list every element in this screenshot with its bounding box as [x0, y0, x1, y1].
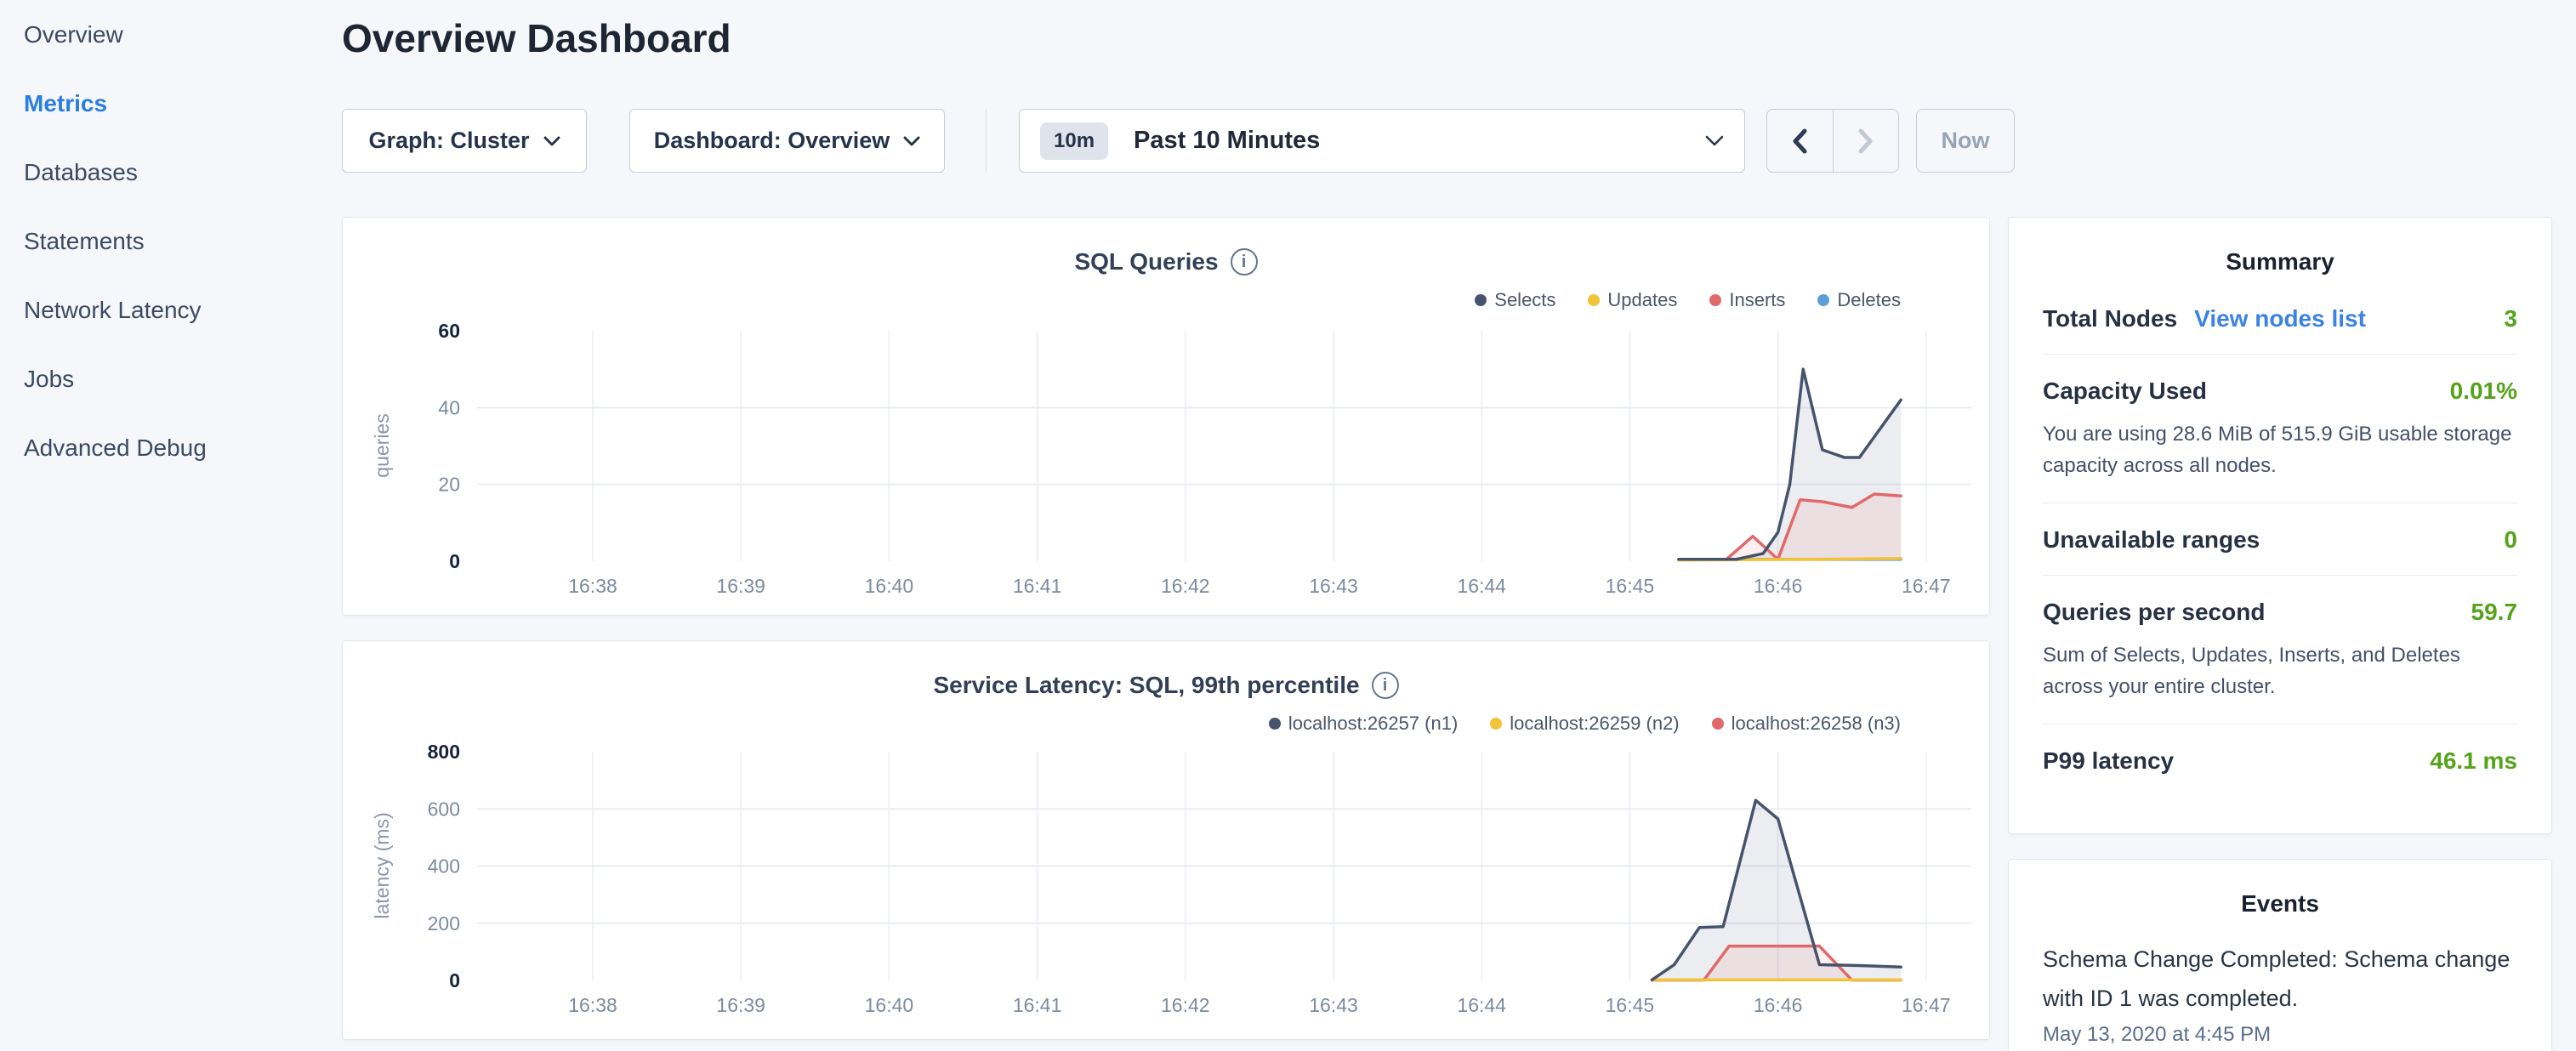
- svg-text:16:43: 16:43: [1309, 994, 1358, 1016]
- graph-scope-label: Graph: Cluster: [368, 128, 529, 154]
- time-range-picker[interactable]: 10m Past 10 Minutes: [1019, 109, 1745, 173]
- svg-text:0: 0: [449, 550, 460, 572]
- summary-row-total-nodes: Total Nodes View nodes list 3: [2043, 282, 2517, 355]
- sidebar-nav: Overview Metrics Databases Statements Ne…: [0, 0, 340, 482]
- svg-text:queries: queries: [371, 413, 393, 477]
- svg-text:16:39: 16:39: [716, 994, 765, 1016]
- dashboard-dropdown[interactable]: Dashboard: Overview: [629, 109, 945, 173]
- sidebar-item-statements[interactable]: Statements: [0, 207, 340, 276]
- now-button-label: Now: [1942, 128, 1990, 154]
- svg-text:16:46: 16:46: [1754, 994, 1803, 1016]
- sql-queries-chart[interactable]: 16:38 16:39 16:40 16:41 16:42 16:43 16:44 16:45…: [343, 218, 1991, 616]
- svg-text:16:41: 16:41: [1013, 994, 1062, 1016]
- summary-body: Total Nodes View nodes list 3 Capacity U…: [2009, 276, 2551, 796]
- sidebar: Overview Metrics Databases Statements Ne…: [0, 0, 340, 1051]
- summary-label: Queries per second: [2043, 599, 2265, 626]
- chevron-right-icon: [1857, 128, 1874, 154]
- time-step-buttons: [1766, 109, 1899, 173]
- graph-scope-dropdown[interactable]: Graph: Cluster: [342, 109, 587, 173]
- svg-text:16:42: 16:42: [1161, 575, 1210, 597]
- summary-label: Capacity Used: [2043, 378, 2207, 405]
- svg-text:16:38: 16:38: [568, 575, 617, 597]
- svg-text:16:45: 16:45: [1606, 575, 1655, 597]
- summary-value: 0: [2504, 526, 2517, 554]
- events-title: Events: [2009, 890, 2551, 917]
- svg-text:16:38: 16:38: [568, 994, 617, 1016]
- svg-text:16:40: 16:40: [865, 575, 914, 597]
- summary-row-p99-latency: P99 latency 46.1 ms: [2043, 724, 2517, 796]
- summary-label: Total Nodes: [2043, 305, 2177, 332]
- summary-label: P99 latency: [2043, 747, 2174, 775]
- summary-description: You are using 28.6 MiB of 515.9 GiB usab…: [2043, 418, 2517, 481]
- summary-value: 3: [2504, 305, 2517, 332]
- sidebar-item-databases[interactable]: Databases: [0, 138, 340, 207]
- svg-text:16:40: 16:40: [865, 994, 914, 1016]
- sql-queries-card: SQL Queries i Selects Updates Inserts De…: [342, 217, 1990, 616]
- time-step-forward-button[interactable]: [1833, 110, 1899, 172]
- sidebar-item-advanced-debug[interactable]: Advanced Debug: [0, 413, 340, 482]
- summary-panel: Summary Total Nodes View nodes list 3 Ca…: [2008, 217, 2552, 834]
- service-latency-card: Service Latency: SQL, 99th percentile i …: [342, 640, 1990, 1040]
- chevron-down-icon: [1705, 135, 1724, 146]
- svg-text:16:47: 16:47: [1902, 994, 1951, 1016]
- svg-text:16:47: 16:47: [1902, 575, 1951, 597]
- summary-row-unavailable-ranges: Unavailable ranges 0: [2043, 503, 2517, 576]
- event-text: Schema Change Completed: Schema change w…: [2043, 940, 2517, 1018]
- svg-text:latency (ms): latency (ms): [371, 812, 393, 918]
- svg-text:16:45: 16:45: [1606, 994, 1655, 1016]
- svg-text:20: 20: [438, 474, 460, 496]
- svg-text:16:43: 16:43: [1309, 575, 1358, 597]
- now-button[interactable]: Now: [1916, 109, 2015, 173]
- svg-text:16:42: 16:42: [1161, 994, 1210, 1016]
- sidebar-item-network-latency[interactable]: Network Latency: [0, 276, 340, 344]
- time-range-label: Past 10 Minutes: [1134, 127, 1705, 155]
- summary-title: Summary: [2009, 248, 2551, 276]
- svg-text:60: 60: [438, 320, 460, 342]
- service-latency-chart[interactable]: 16:38 16:39 16:40 16:41 16:42 16:43 16:44 16:45…: [343, 641, 1991, 1041]
- svg-text:0: 0: [449, 969, 460, 991]
- summary-row-capacity-used: Capacity Used 0.01% You are using 28.6 M…: [2043, 355, 2517, 503]
- sidebar-item-overview[interactable]: Overview: [0, 0, 340, 69]
- svg-text:600: 600: [428, 798, 460, 820]
- events-list: Schema Change Completed: Schema change w…: [2009, 917, 2551, 1047]
- sidebar-item-metrics[interactable]: Metrics: [0, 69, 340, 138]
- svg-text:40: 40: [438, 396, 460, 418]
- svg-text:16:46: 16:46: [1754, 575, 1803, 597]
- svg-text:16:39: 16:39: [716, 575, 765, 597]
- event-item[interactable]: Schema Change Completed: Schema change w…: [2043, 940, 2517, 1047]
- svg-text:16:41: 16:41: [1013, 575, 1062, 597]
- summary-row-queries-per-second: Queries per second 59.7 Sum of Selects, …: [2043, 576, 2517, 724]
- time-range-badge: 10m: [1040, 122, 1108, 160]
- summary-value: 46.1 ms: [2430, 747, 2517, 775]
- summary-value: 0.01%: [2450, 378, 2517, 405]
- svg-text:200: 200: [428, 912, 460, 935]
- event-timestamp: May 13, 2020 at 4:45 PM: [2043, 1023, 2517, 1047]
- controls-divider: [986, 109, 987, 173]
- svg-text:16:44: 16:44: [1457, 994, 1506, 1016]
- summary-label: Unavailable ranges: [2043, 526, 2260, 554]
- summary-value: 59.7: [2471, 599, 2518, 626]
- page-title: Overview Dashboard: [342, 15, 731, 61]
- sidebar-item-jobs[interactable]: Jobs: [0, 344, 340, 413]
- dashboard-label: Dashboard: Overview: [654, 128, 890, 154]
- summary-description: Sum of Selects, Updates, Inserts, and De…: [2043, 639, 2517, 702]
- svg-text:800: 800: [428, 741, 460, 763]
- chevron-left-icon: [1791, 128, 1808, 154]
- view-nodes-list-link[interactable]: View nodes list: [2194, 305, 2366, 332]
- time-step-back-button[interactable]: [1767, 110, 1833, 172]
- chevron-down-icon: [903, 136, 920, 146]
- chevron-down-icon: [543, 136, 560, 146]
- events-panel: Events Schema Change Completed: Schema c…: [2008, 859, 2552, 1051]
- svg-text:400: 400: [428, 855, 460, 878]
- svg-text:16:44: 16:44: [1457, 575, 1506, 597]
